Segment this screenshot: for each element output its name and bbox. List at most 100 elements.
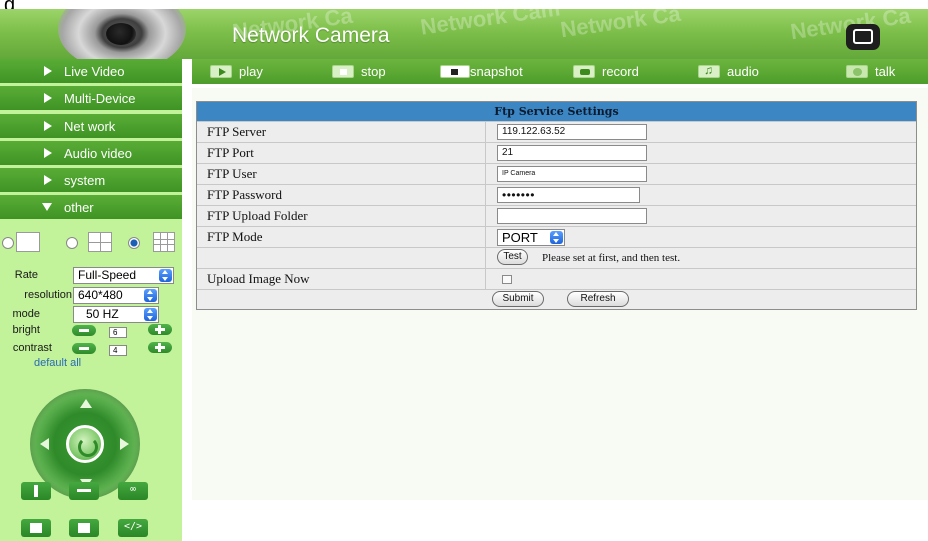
arrow-right-icon: [44, 66, 52, 76]
ftp-server-label: FTP Server: [197, 122, 486, 142]
ftp-password-label: FTP Password: [197, 185, 486, 205]
upload-image-checkbox[interactable]: [502, 275, 512, 284]
arrow-right-icon: [44, 175, 52, 185]
rate-select[interactable]: Full-Speed: [73, 267, 174, 284]
ftp-port-input[interactable]: 21: [497, 145, 647, 161]
test-button[interactable]: Test: [497, 249, 528, 265]
submit-button[interactable]: Submit: [492, 291, 544, 307]
action-row: Submit Refresh: [197, 289, 916, 309]
resolution-select[interactable]: 640*480: [73, 287, 159, 304]
ftp-password-input[interactable]: •••••••: [497, 187, 640, 203]
single-view-icon: [16, 232, 40, 252]
mode-label: mode: [12, 308, 40, 320]
contrast-decrease-button[interactable]: [72, 343, 96, 354]
stop-button[interactable]: stop: [332, 59, 386, 84]
ftp-port-row: FTP Port 21: [197, 142, 916, 163]
sidebar-item-multi-device[interactable]: Multi-Device: [0, 86, 182, 110]
ptz-center-button[interactable]: [66, 425, 104, 463]
sidebar-item-label: system: [64, 172, 106, 188]
talk-label: talk: [875, 64, 896, 79]
ftp-user-input[interactable]: IP Camera: [497, 166, 647, 182]
square-icon: [78, 523, 90, 533]
sidebar-item-other[interactable]: other: [0, 195, 182, 219]
talk-button[interactable]: talk: [846, 59, 895, 84]
sidebar-item-audio-video[interactable]: Audio video: [0, 141, 182, 165]
sidebar-item-network[interactable]: Net work: [0, 114, 182, 138]
pan-left-icon[interactable]: [40, 438, 49, 450]
rate-value: Full-Speed: [78, 268, 137, 282]
bright-value[interactable]: 6: [109, 327, 127, 338]
contrast-increase-button[interactable]: [148, 342, 172, 353]
horizontal-arrow-icon: [77, 489, 91, 492]
io-off-button[interactable]: [69, 519, 99, 537]
rate-label: Rate: [14, 269, 38, 281]
ftp-settings-panel: Ftp Service Settings FTP Server 119.122.…: [196, 101, 917, 310]
vertical-bar-icon: [34, 485, 38, 497]
sidebar-item-system[interactable]: system: [0, 168, 182, 192]
talk-icon: [846, 65, 868, 78]
arrow-right-icon: [44, 93, 52, 103]
ftp-server-row: FTP Server 119.122.63.52: [197, 121, 916, 142]
ftp-folder-label: FTP Upload Folder: [197, 206, 486, 226]
bright-decrease-button[interactable]: [72, 325, 96, 336]
arrow-right-icon: [44, 148, 52, 158]
upload-image-label: Upload Image Now: [197, 269, 486, 289]
ftp-port-label: FTP Port: [197, 143, 486, 163]
spinner-icon: [144, 289, 157, 302]
sidebar-item-live-video[interactable]: Live Video: [0, 59, 182, 83]
fullscreen-icon: [853, 29, 873, 44]
header-watermark: Network Cam: [418, 9, 562, 40]
code-button[interactable]: </>: [118, 519, 148, 537]
spinner-icon: [550, 231, 563, 244]
stop-label: stop: [361, 64, 386, 79]
contrast-label: contrast: [12, 342, 52, 354]
layout-9-radio[interactable]: [128, 237, 140, 249]
horizontal-patrol-button[interactable]: [69, 482, 99, 500]
upload-image-row: Upload Image Now: [197, 268, 916, 289]
snapshot-icon: [440, 65, 470, 78]
refresh-button[interactable]: Refresh: [567, 291, 629, 307]
square-icon: [30, 523, 42, 533]
play-button[interactable]: play: [210, 59, 263, 84]
audio-label: audio: [727, 64, 759, 79]
arrow-down-icon: [42, 203, 52, 211]
pan-right-icon[interactable]: [120, 438, 129, 450]
snapshot-button[interactable]: snapshot: [440, 59, 523, 84]
pan-up-icon[interactable]: [80, 399, 92, 408]
fullscreen-button[interactable]: [846, 24, 880, 50]
test-hint: Please set at first, and then test.: [542, 252, 681, 264]
sidebar: Live Video Multi-Device Net work Audio v…: [0, 59, 182, 541]
play-icon: [210, 65, 232, 78]
audio-icon: [698, 63, 720, 78]
quad-view-icon: [88, 232, 112, 252]
io-on-button[interactable]: [21, 519, 51, 537]
code-icon: </>: [123, 521, 143, 532]
ftp-server-input[interactable]: 119.122.63.52: [497, 124, 647, 140]
view-layout-selector: [0, 231, 182, 255]
sidebar-item-label: Multi-Device: [64, 90, 136, 106]
record-label: record: [602, 64, 639, 79]
sidebar-item-label: Net work: [64, 118, 116, 134]
ftp-user-row: FTP User IP Camera: [197, 163, 916, 184]
ftp-user-label: FTP User: [197, 164, 486, 184]
layout-1-radio[interactable]: [2, 237, 14, 249]
ftp-folder-input[interactable]: [497, 208, 647, 224]
record-button[interactable]: record: [573, 59, 639, 84]
infinite-button[interactable]: ∞: [118, 482, 148, 500]
ftp-mode-select[interactable]: PORT: [497, 229, 565, 246]
mode-select[interactable]: 50 HZ: [73, 306, 159, 323]
contrast-value[interactable]: 4: [109, 345, 127, 356]
default-all-link[interactable]: default all: [34, 357, 81, 369]
vertical-patrol-button[interactable]: [21, 482, 51, 500]
layout-4-radio[interactable]: [66, 237, 78, 249]
mode-value: 50 HZ: [86, 307, 119, 321]
nine-view-icon: [153, 232, 175, 252]
ftp-test-spacer: [197, 248, 486, 268]
header-watermark: Network Ca: [558, 9, 683, 43]
play-label: play: [239, 64, 263, 79]
bright-increase-button[interactable]: [148, 324, 172, 335]
audio-button[interactable]: audio: [698, 59, 759, 84]
ftp-mode-value: PORT: [502, 230, 538, 245]
ftp-test-row: Test Please set at first, and then test.: [197, 247, 916, 268]
ftp-folder-row: FTP Upload Folder: [197, 205, 916, 226]
